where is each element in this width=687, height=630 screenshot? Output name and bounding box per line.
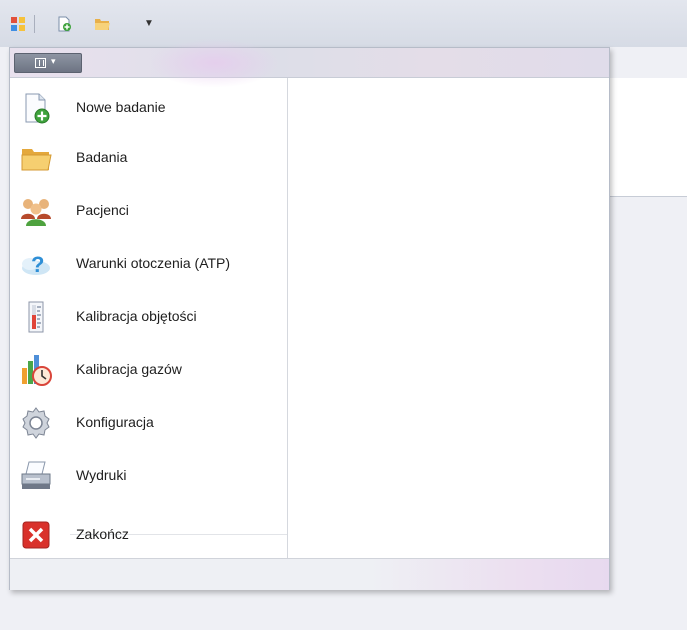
svg-text:?: ? (31, 252, 44, 277)
menu-item-configuration[interactable]: Konfiguracja (10, 399, 287, 447)
menu-items-pane: Nowe badanie Badania Pacjenci ? Warunki … (10, 78, 287, 558)
new-file-icon[interactable] (56, 16, 72, 32)
menu-item-label: Badania (76, 149, 128, 165)
menu-item-label: Kalibracja objętości (76, 308, 197, 324)
menu-header: ▾ (10, 38, 609, 88)
file-menu-button[interactable]: ▾ (14, 53, 82, 73)
application-menu: ▾ Nowe badanie Badania Pacjenci ? Warunk… (9, 38, 610, 590)
menu-item-label: Konfiguracja (76, 414, 154, 430)
menu-item-label: Pacjenci (76, 202, 129, 218)
volume-calibration-icon (28, 301, 44, 333)
menu-item-label: Kalibracja gazów (76, 361, 182, 377)
customize-dropdown-icon[interactable]: ▼ (144, 18, 154, 29)
weather-icon: ? (22, 252, 50, 277)
chevron-down-icon: ▾ (51, 56, 56, 66)
menu-item-label: Nowe badanie (76, 99, 166, 115)
menu-item-patients[interactable]: Pacjenci (10, 187, 287, 235)
menu-item-volume-calibration[interactable]: Kalibracja objętości (10, 293, 287, 341)
menu-item-new-study[interactable]: Nowe badanie (10, 84, 287, 132)
printer-icon (21, 461, 51, 489)
folder-icon (21, 149, 52, 171)
toolbar-separator (34, 15, 35, 33)
patients-icon (21, 199, 51, 226)
close-icon (22, 521, 50, 549)
menu-item-studies[interactable]: Badania (10, 134, 287, 182)
app-icon[interactable] (10, 16, 26, 32)
new-document-icon (25, 93, 50, 124)
menu-footer (10, 558, 609, 590)
menu-item-label: Zakończ (76, 526, 129, 542)
menu-item-printouts[interactable]: Wydruki (10, 452, 287, 500)
gear-icon (22, 407, 50, 439)
menu-item-ambient-conditions[interactable]: ? Warunki otoczenia (ATP) (10, 240, 287, 288)
menu-item-label: Warunki otoczenia (ATP) (76, 255, 231, 271)
open-folder-icon[interactable] (94, 16, 110, 32)
file-menu-icon (35, 58, 46, 68)
pane-divider (287, 78, 288, 558)
menu-item-exit[interactable]: Zakończ (10, 511, 287, 559)
menu-item-label: Wydruki (76, 467, 127, 483)
ribbon-background-panel (607, 78, 687, 197)
quick-access-toolbar: ▼ (0, 0, 687, 47)
gas-calibration-icon (22, 355, 52, 386)
menu-item-gas-calibration[interactable]: Kalibracja gazów (10, 346, 287, 394)
